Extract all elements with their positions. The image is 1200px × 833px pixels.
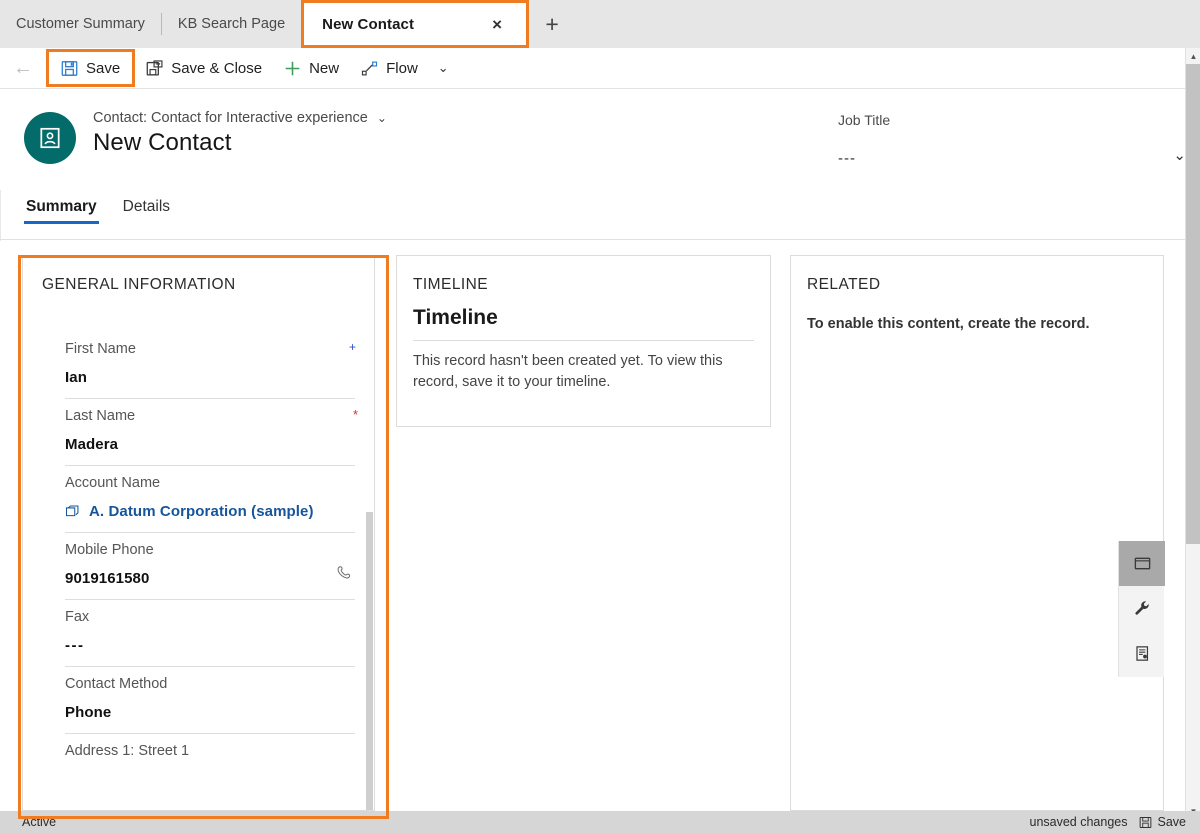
rail-button-tools[interactable] — [1119, 586, 1165, 631]
related-section: RELATED To enable this content, create t… — [790, 255, 1164, 811]
field-label: Account Name — [65, 475, 161, 491]
scrollbar-thumb[interactable] — [1186, 64, 1200, 544]
header-field-value: --- — [838, 150, 856, 167]
section-title: GENERAL INFORMATION — [42, 276, 236, 293]
general-information-section: GENERAL INFORMATION First Name + Ian Las… — [22, 255, 375, 811]
field-value: A. Datum Corporation (sample) — [89, 503, 314, 520]
tab-label: Summary — [26, 198, 97, 215]
field-fax[interactable]: Fax --- — [65, 600, 355, 667]
flow-icon — [361, 60, 378, 77]
scroll-up-arrow-icon[interactable]: ▲ — [1186, 48, 1200, 64]
plus-icon — [284, 60, 301, 77]
field-contact-method[interactable]: Contact Method Phone — [65, 667, 355, 734]
chevron-down-icon: ⌄ — [376, 111, 387, 125]
page-title: New Contact — [93, 129, 232, 156]
save-and-close-label: Save & Close — [171, 59, 263, 77]
general-information-scrollbar[interactable] — [366, 512, 373, 810]
scrollbar-thumb[interactable] — [366, 512, 373, 810]
new-button[interactable]: New — [273, 51, 350, 85]
status-badge: Active — [22, 815, 57, 829]
assistant-document-icon — [1135, 646, 1148, 661]
timeline-message: This record hasn't been created yet. To … — [413, 353, 723, 391]
field-label: Address 1: Street 1 — [65, 743, 190, 759]
header-field-job-title[interactable]: Job Title --- ⌄ — [838, 112, 1186, 167]
general-information-fields: First Name + Ian Last Name * Madera Acco… — [23, 294, 374, 783]
tab-label: Details — [122, 198, 171, 215]
header-field-label: Job Title — [838, 112, 891, 128]
browser-tab-label: Customer Summary — [16, 16, 145, 32]
browser-tab-strip: Customer Summary KB Search Page New Cont… — [0, 0, 1200, 48]
field-label: Fax — [65, 609, 90, 625]
field-value: 9019161580 — [65, 570, 150, 587]
browser-tab-label: KB Search Page — [177, 16, 286, 32]
form-tab-list: Summary Details — [0, 198, 1186, 240]
record-header: Contact: Contact for Interactive experie… — [0, 90, 1186, 190]
timeline-section: TIMELINE Timeline This record hasn't bee… — [396, 255, 771, 427]
field-value: Phone — [65, 704, 112, 721]
save-icon — [61, 60, 78, 77]
field-mobile-phone[interactable]: Mobile Phone 9019161580 — [65, 533, 355, 600]
wrench-icon — [1134, 601, 1149, 615]
contact-card-icon — [40, 127, 60, 149]
field-account-name[interactable]: Account Name A. Datum Corporation (sampl… — [65, 466, 355, 533]
timeline-heading: Timeline — [413, 306, 498, 329]
flow-button[interactable]: Flow — [350, 51, 429, 85]
save-button-label: Save — [86, 59, 121, 77]
related-message: To enable this content, create the recor… — [807, 316, 1090, 332]
field-value: --- — [65, 637, 85, 654]
save-and-close-icon — [146, 59, 163, 77]
field-first-name[interactable]: First Name + Ian — [65, 332, 356, 399]
chevron-down-icon[interactable]: ⌄ — [429, 51, 458, 85]
required-marker-icon: * — [352, 407, 358, 422]
section-title: TIMELINE — [413, 276, 489, 293]
save-icon — [1139, 816, 1151, 828]
field-value-link[interactable]: A. Datum Corporation (sample) — [65, 491, 355, 532]
field-value — [65, 759, 355, 783]
field-label: Contact Method — [65, 676, 168, 692]
field-label: Mobile Phone — [65, 542, 154, 558]
form-body: GENERAL INFORMATION First Name + Ian Las… — [0, 241, 1186, 819]
command-bar: ← Save Save & Close New Flow ⌄ — [0, 48, 1200, 89]
flow-button-label: Flow — [386, 59, 418, 77]
recommended-marker-icon: + — [348, 340, 356, 354]
field-last-name[interactable]: Last Name * Madera — [65, 399, 358, 466]
avatar — [24, 112, 76, 164]
status-save-label: Save — [1157, 815, 1187, 829]
field-address1-street1[interactable]: Address 1: Street 1 — [65, 734, 355, 783]
phone-icon[interactable] — [335, 564, 353, 587]
scrollbar-track[interactable] — [1186, 64, 1200, 803]
account-lookup-icon — [65, 505, 79, 517]
new-button-label: New — [309, 59, 340, 77]
side-rail — [1118, 541, 1165, 677]
status-bar: Active unsaved changes Save — [0, 811, 1200, 833]
browser-tab-kb-search-page[interactable]: KB Search Page — [162, 0, 301, 48]
field-value: Madera — [65, 436, 119, 453]
record-entity-label: Contact: Contact for Interactive experie… — [93, 110, 368, 126]
tab-details[interactable]: Details — [121, 198, 172, 224]
close-icon[interactable]: × — [486, 13, 508, 35]
app-window: Customer Summary KB Search Page New Cont… — [0, 0, 1200, 833]
save-button[interactable]: Save — [46, 49, 136, 87]
browser-tab-customer-summary[interactable]: Customer Summary — [0, 0, 161, 48]
rail-button-panel[interactable] — [1119, 541, 1165, 586]
browser-tab-new-contact[interactable]: New Contact × — [301, 0, 530, 48]
status-save-button[interactable]: Save — [1139, 815, 1187, 829]
status-bar-right: unsaved changes Save — [1030, 815, 1187, 829]
tab-summary[interactable]: Summary — [24, 198, 99, 224]
record-entity-selector[interactable]: Contact: Contact for Interactive experie… — [93, 110, 838, 126]
back-arrow-icon[interactable]: ← — [0, 48, 46, 89]
section-title: RELATED — [807, 276, 881, 293]
browser-tab-label: New Contact — [322, 15, 415, 33]
save-and-close-button[interactable]: Save & Close — [135, 51, 273, 85]
record-titles: Contact: Contact for Interactive experie… — [93, 110, 838, 157]
field-label: First Name — [65, 341, 136, 357]
page-scrollbar[interactable]: ▲ ▼ — [1185, 48, 1200, 819]
plus-icon[interactable]: + — [529, 0, 575, 48]
field-label: Last Name — [65, 408, 136, 424]
unsaved-changes-label: unsaved changes — [1029, 815, 1128, 829]
field-value: Ian — [65, 369, 87, 386]
rail-button-assistant[interactable] — [1119, 631, 1165, 676]
panel-icon — [1134, 557, 1150, 570]
